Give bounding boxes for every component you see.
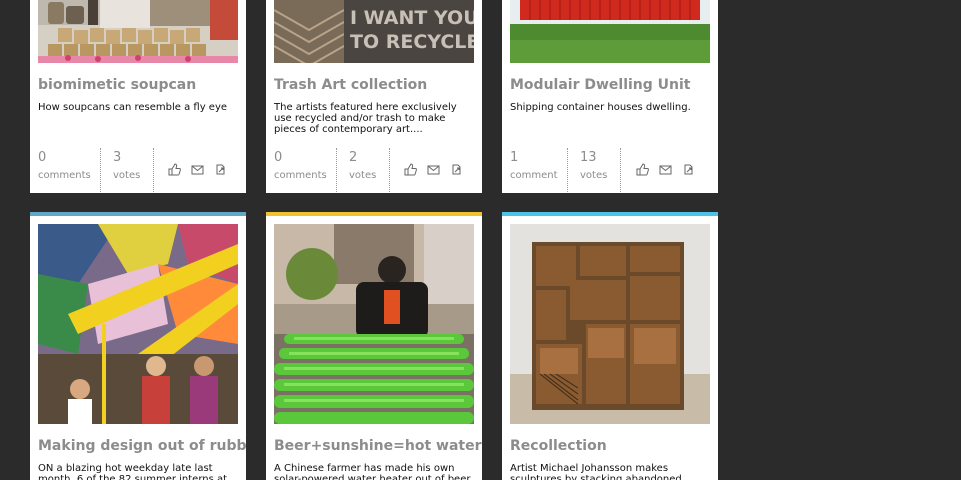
votes-number: 3	[113, 150, 122, 165]
thumbs-up-icon[interactable]	[404, 163, 417, 176]
project-thumbnail[interactable]	[510, 0, 710, 63]
votes-label: votes	[113, 170, 141, 181]
thumbs-up-icon[interactable]	[636, 163, 649, 176]
project-description: Artist Michael Johansson makes sculpture…	[510, 463, 682, 480]
comments-label: comments	[274, 170, 327, 181]
card-accent-bar	[30, 212, 246, 216]
project-description: Shipping container houses dwelling.	[510, 102, 691, 113]
envelope-icon[interactable]	[427, 163, 440, 176]
envelope-icon[interactable]	[659, 163, 672, 176]
project-title[interactable]: biomimetic soupcan	[38, 77, 246, 93]
project-card: Beer+sunshine=hot water A Chinese farmer…	[266, 212, 482, 480]
votes-label: votes	[349, 170, 377, 181]
project-description: How soupcans can resemble a fly eye	[38, 102, 228, 113]
project-stats: 0 comments 2 votes	[266, 148, 482, 192]
comments-number: 0	[274, 150, 283, 165]
project-thumbnail[interactable]	[510, 224, 710, 424]
divider	[567, 148, 568, 192]
project-description: ON a blazing hot weekday late last month…	[38, 463, 228, 480]
project-card: I WANT YOU TO RECYCLE Trash Art collecti…	[266, 0, 482, 193]
image-text: I WANT YOU	[350, 7, 474, 29]
project-thumbnail[interactable]	[38, 0, 238, 63]
project-title[interactable]: Modulair Dwelling Unit	[510, 77, 718, 93]
project-description: A Chinese farmer has made his own solar-…	[274, 463, 471, 480]
thumbs-up-icon[interactable]	[168, 163, 181, 176]
share-icon[interactable]	[450, 163, 463, 176]
project-title[interactable]: Beer+sunshine=hot water	[274, 438, 482, 454]
project-card: Making design out of rubbish ON a blazin…	[30, 212, 246, 480]
project-stats: 0 comments 3 votes	[30, 148, 246, 192]
project-card: Recollection Artist Michael Johansson ma…	[502, 212, 718, 480]
divider	[620, 148, 621, 192]
card-accent-bar	[266, 212, 482, 216]
project-title[interactable]: Making design out of rubbish	[38, 438, 246, 454]
project-card: Modulair Dwelling Unit Shipping containe…	[502, 0, 718, 193]
image-text: TO RECYCLE	[350, 31, 474, 53]
comments-number: 0	[38, 150, 47, 165]
comments-label: comments	[38, 170, 91, 181]
project-thumbnail[interactable]: I WANT YOU TO RECYCLE	[274, 0, 474, 63]
project-title[interactable]: Trash Art collection	[274, 77, 482, 93]
project-stats: 1 comment 13 votes	[502, 148, 718, 192]
project-description: The artists featured here exclusively us…	[274, 102, 457, 135]
comments-number: 1	[510, 150, 519, 165]
comments-label: comment	[510, 170, 558, 181]
share-icon[interactable]	[214, 163, 227, 176]
divider	[336, 148, 337, 192]
votes-number: 13	[580, 150, 597, 165]
envelope-icon[interactable]	[191, 163, 204, 176]
votes-label: votes	[580, 170, 608, 181]
project-thumbnail[interactable]	[274, 224, 474, 424]
divider	[153, 148, 154, 192]
project-card: biomimetic soupcan How soupcans can rese…	[30, 0, 246, 193]
votes-number: 2	[349, 150, 358, 165]
project-thumbnail[interactable]	[38, 224, 238, 424]
card-accent-bar	[502, 212, 718, 216]
divider	[100, 148, 101, 192]
divider	[389, 148, 390, 192]
share-icon[interactable]	[682, 163, 695, 176]
project-title[interactable]: Recollection	[510, 438, 718, 454]
